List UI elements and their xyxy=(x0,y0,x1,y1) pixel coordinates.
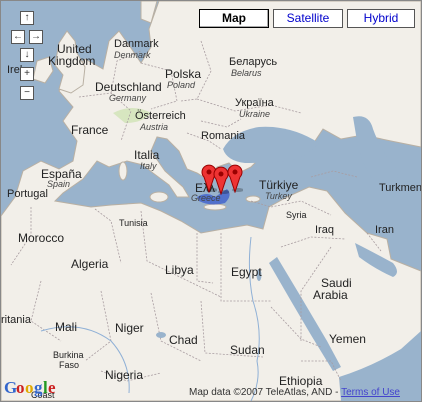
pan-up-button[interactable]: ↑ xyxy=(20,11,34,25)
label-iraq: Iraq xyxy=(315,224,334,236)
svg-text:o: o xyxy=(25,378,34,397)
map-marker-icon[interactable] xyxy=(227,163,243,193)
svg-text:g: g xyxy=(34,378,43,397)
svg-text:e: e xyxy=(48,378,56,397)
label-egypt: Egypt xyxy=(231,265,262,279)
map-type-satellite-button[interactable]: Satellite xyxy=(273,9,343,28)
label-belarus: Беларусь xyxy=(229,56,278,68)
zoom-in-button[interactable]: + xyxy=(20,67,34,81)
label-portugal: Portugal xyxy=(7,188,48,200)
label-germany: Deutschland xyxy=(95,80,162,94)
label-mali: Mali xyxy=(55,320,78,334)
label-saudi-2: Arabia xyxy=(313,288,348,302)
pan-down-button[interactable]: ↓ xyxy=(20,48,34,62)
label-germany-sub: Germany xyxy=(109,93,147,103)
copyright-text: Map data ©2007 TeleAtlas, AND - xyxy=(189,387,342,398)
label-poland-sub: Poland xyxy=(167,80,196,90)
label-denmark-sub: Denmark xyxy=(114,50,151,60)
label-nigeria: Nigeria xyxy=(105,368,144,382)
label-turkey: Türkiye xyxy=(259,178,299,192)
pan-right-button[interactable]: → xyxy=(29,30,43,44)
zoom-out-button[interactable]: − xyxy=(20,86,34,100)
label-syria: Syria xyxy=(286,210,307,220)
label-denmark: Danmark xyxy=(114,38,159,50)
cyprus xyxy=(245,195,261,203)
label-tunisia: Tunisia xyxy=(119,218,148,228)
map-type-hybrid-button[interactable]: Hybrid xyxy=(347,9,415,28)
label-austria-sub: Austria xyxy=(140,122,169,132)
label-greece-sub: Greece xyxy=(191,193,221,203)
svg-text:o: o xyxy=(16,378,25,397)
label-niger: Niger xyxy=(115,321,144,335)
terms-of-use-link[interactable]: Terms of Use xyxy=(341,387,400,398)
label-turkmen: Turkmen xyxy=(379,182,422,194)
label-romania: Romania xyxy=(201,130,246,142)
label-sudan: Sudan xyxy=(230,343,265,357)
map-viewport[interactable]: United Kingdom Irel Danmark Denmark Pols… xyxy=(0,0,422,402)
label-burkina-2: Faso xyxy=(59,360,80,370)
label-belarus-sub: Belarus xyxy=(231,68,262,78)
label-poland: Polska xyxy=(165,67,202,81)
label-austria: Österreich xyxy=(135,110,186,122)
label-turkey-sub: Turkey xyxy=(265,191,292,201)
lake-chad xyxy=(156,332,166,338)
pan-left-button[interactable]: ← xyxy=(11,30,25,44)
map-type-map-button[interactable]: Map xyxy=(199,9,269,28)
label-ethiopia: Ethiopia xyxy=(279,374,323,388)
sicily xyxy=(149,191,169,203)
map-copyright: Map data ©2007 TeleAtlas, AND - Terms of… xyxy=(189,387,400,398)
label-spain-sub: Spain xyxy=(47,179,71,189)
label-ukraine: Україна xyxy=(235,97,274,109)
label-yemen: Yemen xyxy=(329,332,366,346)
label-ukraine-sub: Ukraine xyxy=(239,109,271,119)
label-libya: Libya xyxy=(165,263,194,277)
label-united-kingdom-2: Kingdom xyxy=(48,54,96,68)
label-algeria: Algeria xyxy=(71,257,109,271)
label-burkina-1: Burkina xyxy=(53,350,84,360)
label-france: France xyxy=(71,123,109,137)
google-logo[interactable]: G o o g l e xyxy=(4,377,66,397)
label-iran: Iran xyxy=(375,224,394,236)
label-italy: Italia xyxy=(134,148,160,162)
crete xyxy=(203,203,227,211)
sardinia xyxy=(118,161,128,181)
label-mauritania: ritania xyxy=(1,314,31,326)
label-morocco: Morocco xyxy=(18,231,65,245)
label-chad: Chad xyxy=(169,333,198,347)
label-italy-sub: Italy xyxy=(140,161,157,171)
